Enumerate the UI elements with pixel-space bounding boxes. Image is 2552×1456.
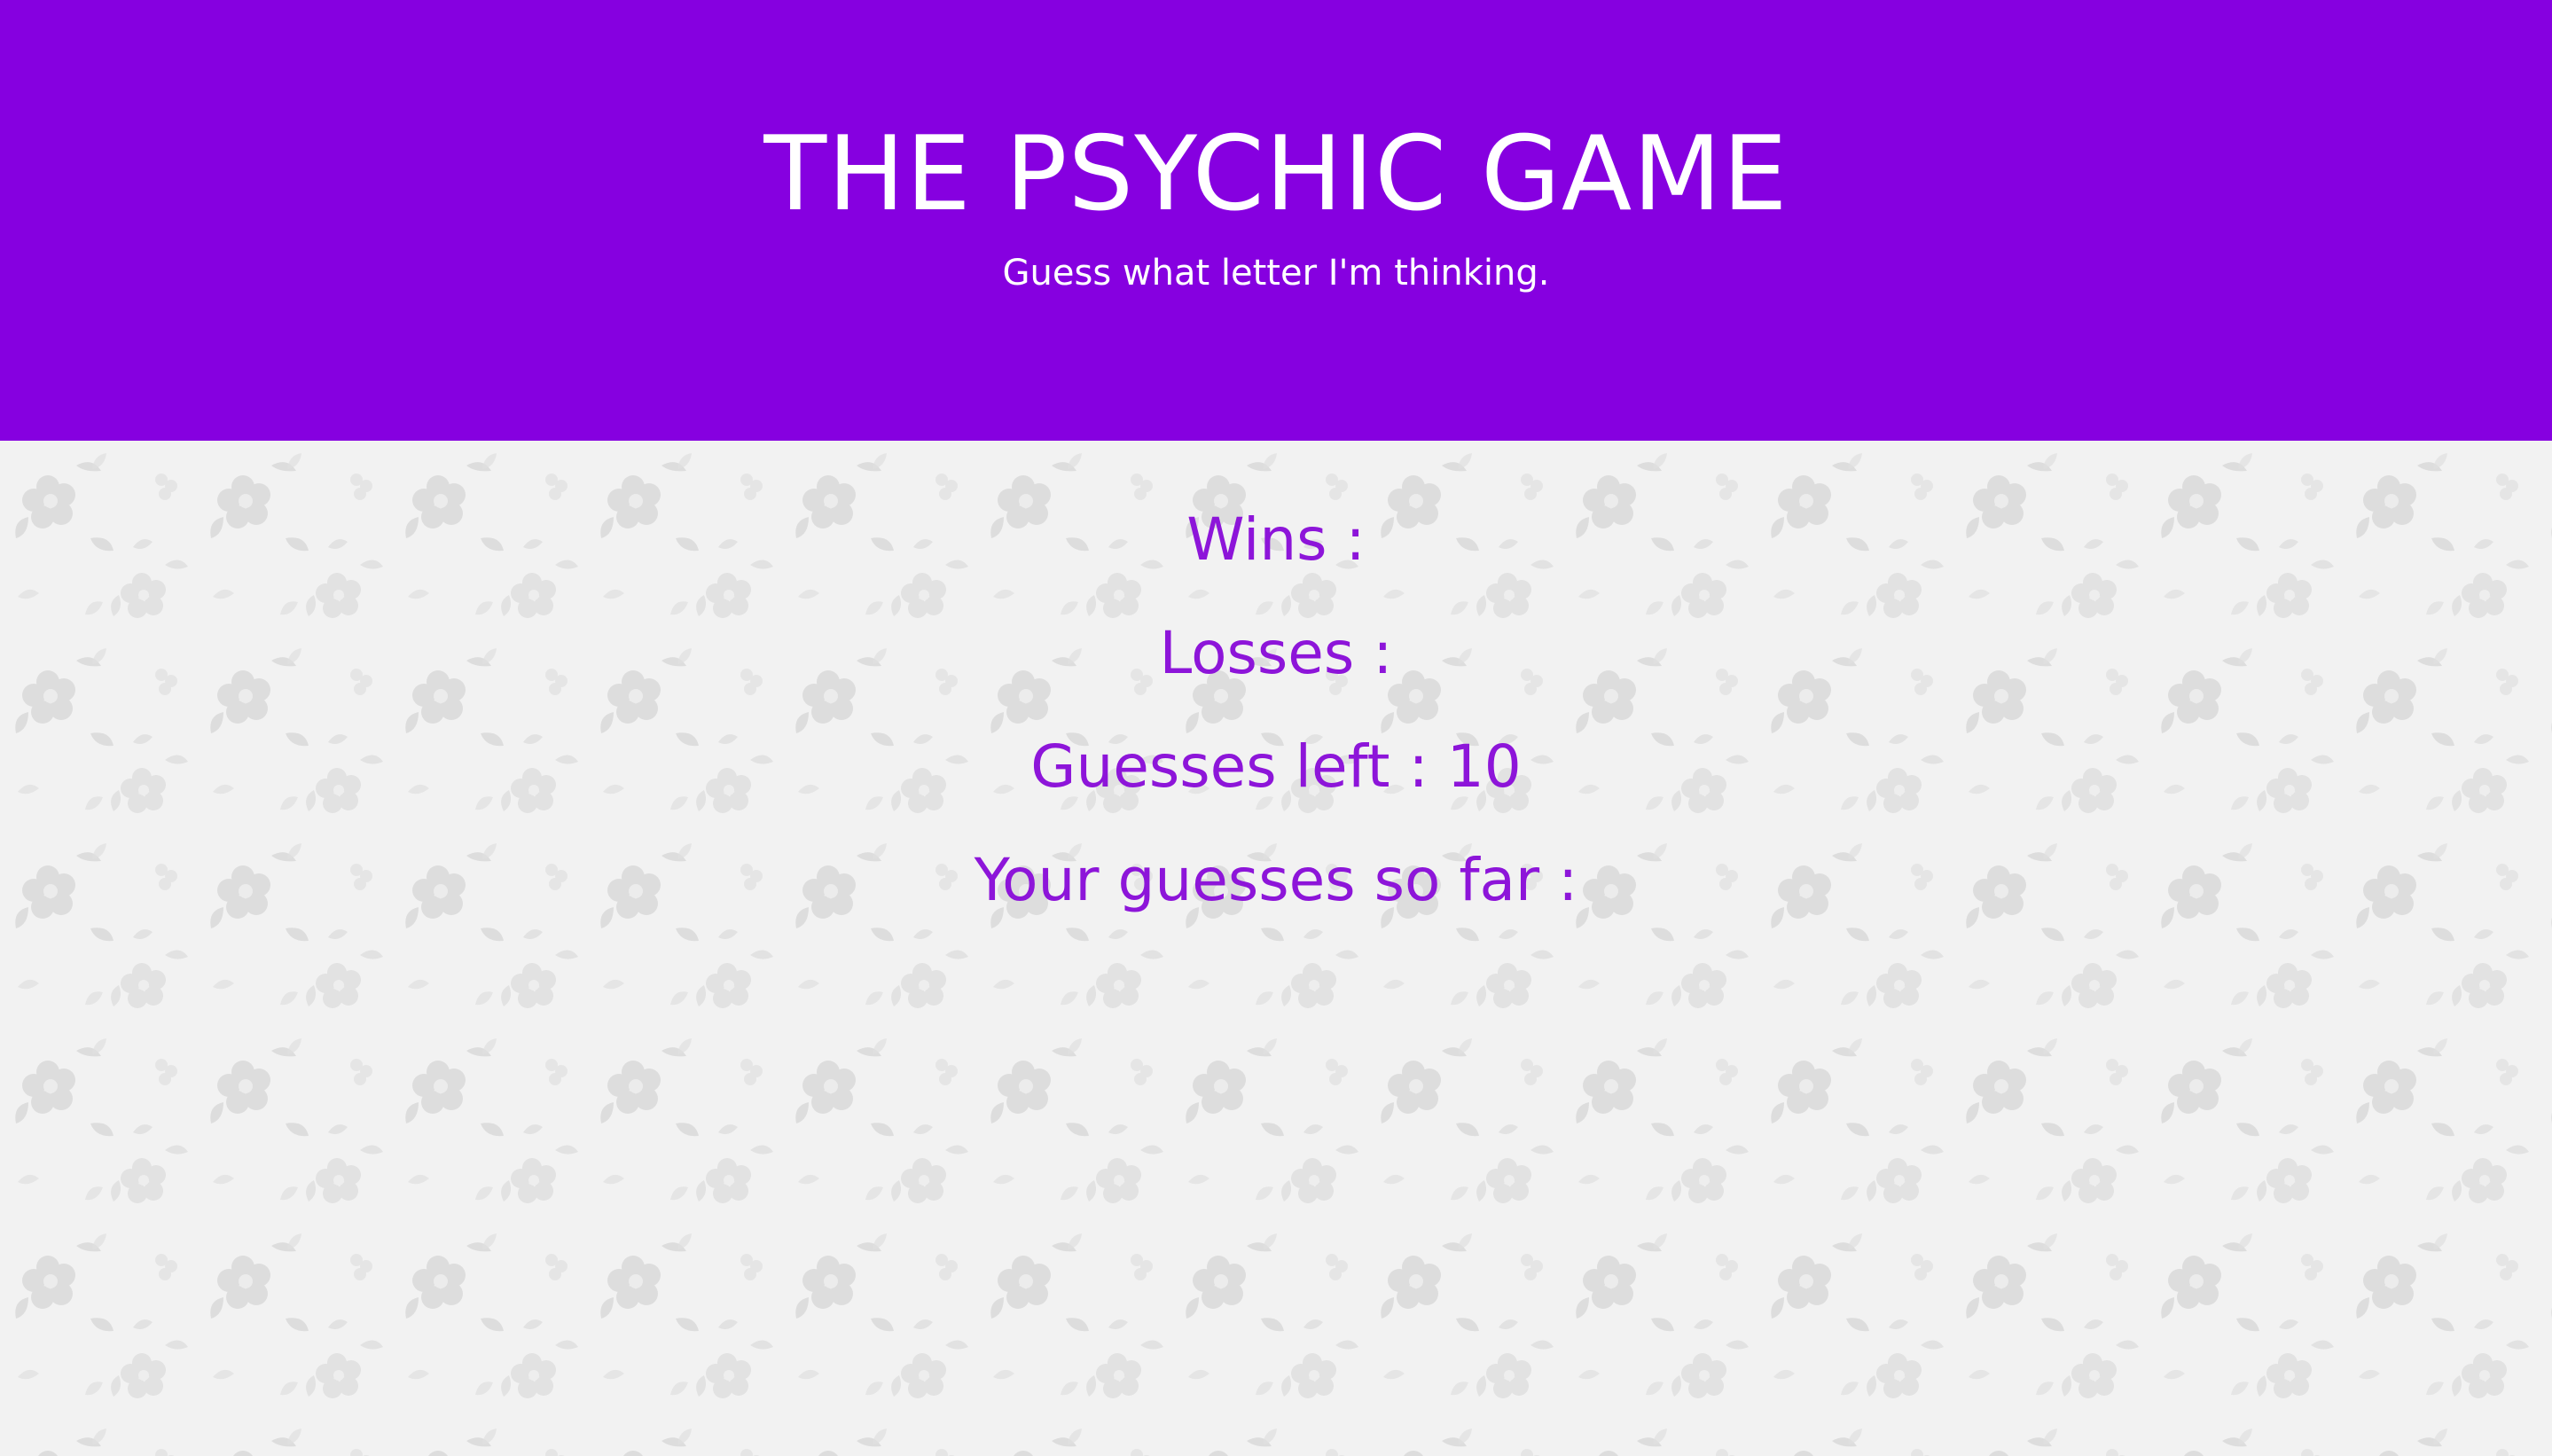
page-title: THE PSYCHIC GAME [763,114,1789,234]
game-area: Wins : Losses : Guesses left : 10 Your g… [0,441,2552,1456]
floral-wallpaper [0,441,2552,1456]
guesses-so-far-stat: Your guesses so far : [0,845,2552,916]
guesses-left-value: 10 [1446,732,1522,801]
losses-label: Losses : [1159,619,1393,687]
guesses-so-far-label: Your guesses so far : [974,846,1578,914]
guesses-left-label: Guesses left : [1030,732,1429,801]
wins-label: Wins : [1186,505,1366,574]
guesses-left-stat: Guesses left : 10 [0,732,2552,802]
losses-stat: Losses : [0,618,2552,689]
page-header: THE PSYCHIC GAME Guess what letter I'm t… [0,0,2552,441]
wins-stat: Wins : [0,505,2552,575]
page-subtitle: Guess what letter I'm thinking. [1002,253,1550,294]
